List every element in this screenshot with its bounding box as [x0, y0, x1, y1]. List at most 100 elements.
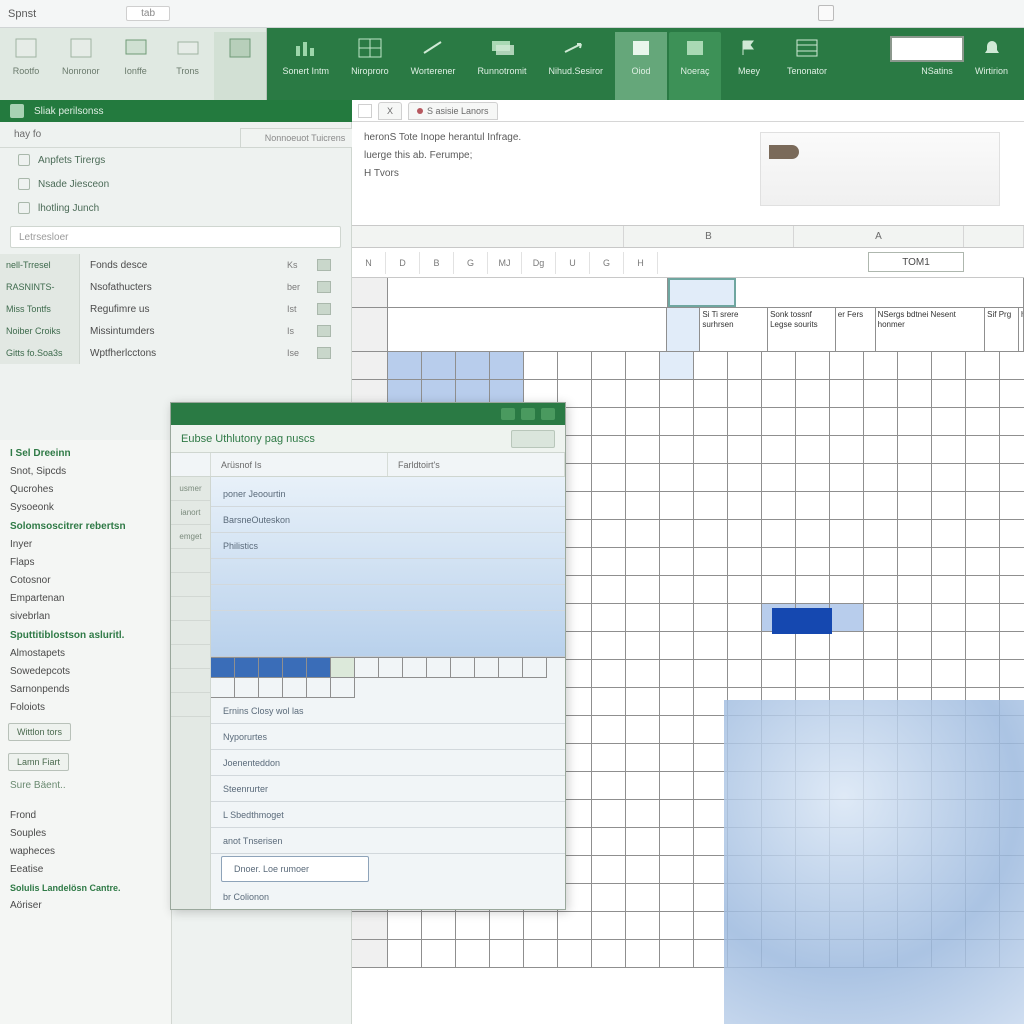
popup-sidecat[interactable] — [171, 621, 210, 645]
ribbon-d-4[interactable]: Nihud.Sesiror — [538, 32, 613, 100]
popup-toolbar-icon[interactable] — [511, 430, 555, 448]
popup-list-item[interactable]: BarsneOuteskon — [211, 507, 565, 533]
popup-sidecat[interactable]: ianort — [171, 501, 210, 525]
l2-item[interactable]: Snot, Sipcds — [0, 463, 171, 481]
l2-item[interactable]: sivebrlan — [0, 608, 171, 626]
popup-list-item[interactable]: Philistics — [211, 533, 565, 559]
popup-action-button[interactable]: Dnoer. Loe rumoer — [221, 856, 369, 882]
ribbon-item-2[interactable]: Ionffe — [110, 32, 162, 100]
left-link-2[interactable]: lhotling Junch — [0, 196, 351, 220]
left-category-row[interactable]: Miss TontfsRegufimre usIst — [0, 298, 351, 320]
popup-list-item[interactable]: L Sbedthmoget — [211, 802, 565, 828]
popup-sidecat[interactable] — [171, 669, 210, 693]
stack-icon — [488, 36, 516, 60]
ribbon-d-2[interactable]: Worterener — [401, 32, 466, 100]
window-tab[interactable]: tab — [126, 6, 170, 21]
l2-item[interactable]: Eeatise — [0, 861, 171, 879]
popup-col-1[interactable]: Arüsnof Is — [211, 453, 388, 476]
close-icon[interactable] — [541, 408, 555, 420]
sheet-col-label[interactable]: Dg — [522, 252, 556, 274]
selected-cell-outline[interactable] — [890, 36, 964, 62]
ribbon-d-6[interactable]: Noeraç — [669, 32, 721, 100]
ribbon-item-1[interactable]: Nonronor — [52, 32, 110, 100]
colhead-a[interactable]: A — [794, 226, 964, 247]
l2-button-1[interactable]: Wittlon tors — [8, 723, 71, 741]
popup-list-item[interactable]: poner Jeoourtin — [211, 481, 565, 507]
l2-button-2[interactable]: Lamn Fiart — [8, 753, 69, 771]
ribbon-d-10[interactable]: Wirtirion — [965, 32, 1018, 100]
l2-item[interactable]: Sysoeonk — [0, 499, 171, 517]
l2-item[interactable]: Sarnonpends — [0, 681, 171, 699]
popup-sidecat[interactable]: emget — [171, 525, 210, 549]
popup-list-item[interactable]: anot Tnserisen — [211, 828, 565, 854]
l2-item[interactable]: Qucrohes — [0, 481, 171, 499]
popup-titlebar[interactable] — [171, 403, 565, 425]
min-icon[interactable] — [501, 408, 515, 420]
left-link-1[interactable]: Nsade Jiesceon — [0, 172, 351, 196]
popup-list-item[interactable]: Steenrurter — [211, 776, 565, 802]
l2-item[interactable]: Sowedepcots — [0, 663, 171, 681]
grid-row[interactable] — [352, 912, 1024, 940]
l2-item[interactable]: Flaps — [0, 554, 171, 572]
ribbon-d-3[interactable]: Runnotromit — [467, 32, 536, 100]
ribbon-d-1[interactable]: Niroproro — [341, 32, 399, 100]
sheet-col-label[interactable]: U — [556, 252, 590, 274]
ribbon-d-5[interactable]: Oiod — [615, 32, 667, 100]
ribbon-item-3[interactable]: Trons — [162, 32, 214, 100]
popup-sidecat[interactable] — [171, 645, 210, 669]
popup-list-item[interactable]: Joenenteddon — [211, 750, 565, 776]
popup-mini-grid[interactable] — [211, 657, 565, 698]
doc-tab-1[interactable]: X — [378, 102, 402, 120]
popup-sidecat[interactable] — [171, 549, 210, 573]
selection-highlight — [772, 608, 832, 634]
swatch-icon — [317, 303, 331, 315]
ribbon-item-extra[interactable] — [214, 32, 266, 100]
grid-row[interactable] — [352, 940, 1024, 968]
sheet-col-label[interactable]: MJ — [488, 252, 522, 274]
popup-col-2[interactable]: Farldtoirt's — [388, 453, 565, 476]
name-box[interactable]: TOM1 — [868, 252, 964, 272]
left-link-0[interactable]: Anpfets Tirergs — [0, 148, 351, 172]
l2-item[interactable]: Inyer — [0, 536, 171, 554]
mini-window-icon[interactable] — [818, 5, 834, 21]
popup-list-item[interactable]: Nyporurtes — [211, 724, 565, 750]
left-category-row[interactable]: nell-TrreselFonds desceKs — [0, 254, 351, 276]
popup-list-item[interactable] — [211, 559, 565, 585]
l2-item[interactable]: Aöriser — [0, 897, 171, 915]
popup-sidecat[interactable] — [171, 597, 210, 621]
sheet-col-label[interactable]: N — [352, 252, 386, 274]
sheet-col-label[interactable]: G — [454, 252, 488, 274]
left-search-input[interactable]: Letrsesloer — [10, 226, 341, 248]
l2-item[interactable]: Souples — [0, 825, 171, 843]
l2-item[interactable]: Empartenan — [0, 590, 171, 608]
popup-sidecat[interactable] — [171, 693, 210, 717]
popup-sidecat[interactable]: usmer — [171, 477, 210, 501]
doc-tab-close[interactable] — [358, 104, 372, 118]
left-category-row[interactable]: Noiber CroiksMissintumdersIs — [0, 320, 351, 342]
l2-item[interactable]: wapheces — [0, 843, 171, 861]
popup-list-item[interactable]: Ernins Closy wol las — [211, 698, 565, 724]
l2-item[interactable]: Cotosnor — [0, 572, 171, 590]
l2-item[interactable]: Almostapets — [0, 645, 171, 663]
grid-row[interactable] — [352, 352, 1024, 380]
panel-icon — [681, 36, 709, 60]
colhead-b[interactable]: B — [624, 226, 794, 247]
popup-sidecat[interactable] — [171, 573, 210, 597]
l2-item[interactable]: Foloiots — [0, 699, 171, 717]
ribbon-d-0[interactable]: Sonert Intm — [273, 32, 340, 100]
ribbon-d-7[interactable]: Meey — [723, 32, 775, 100]
popup-list-item[interactable] — [211, 585, 565, 611]
l2-item[interactable]: Frond — [0, 807, 171, 825]
left-category-row[interactable]: Gitts fo.Soa3sWptfherlcctonsIse — [0, 342, 351, 364]
ribbon-item-0[interactable]: Rootfo — [0, 32, 52, 100]
l2-footer[interactable]: Sure Bäent.. — [0, 777, 171, 795]
left-category-row[interactable]: RASNINTS-Nsofathuctersber — [0, 276, 351, 298]
row-name: Nsofathucters — [80, 282, 287, 293]
sheet-col-label[interactable]: B — [420, 252, 454, 274]
max-icon[interactable] — [521, 408, 535, 420]
sheet-col-label[interactable]: H — [624, 252, 658, 274]
doc-tab-2[interactable]: S asisie Lanors — [408, 102, 498, 120]
sheet-col-label[interactable]: D — [386, 252, 420, 274]
sheet-col-label[interactable]: G — [590, 252, 624, 274]
ribbon-d-8[interactable]: Tenonator — [777, 32, 837, 100]
